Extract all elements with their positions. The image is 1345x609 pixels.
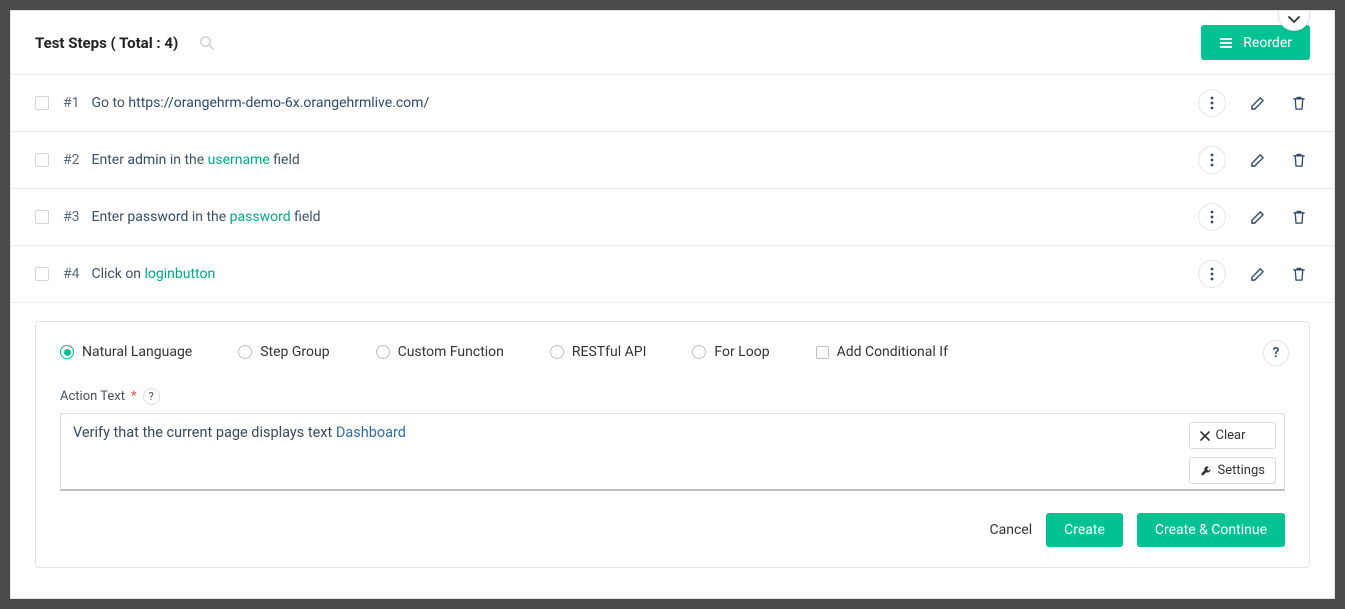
step-more-button[interactable]: [1198, 260, 1226, 288]
test-steps-panel: Test Steps ( Total : 4) Reorder #1 Go to …: [10, 10, 1335, 599]
step-checkbox[interactable]: [35, 153, 49, 167]
step-delete-button[interactable]: [1288, 263, 1310, 285]
action-text-label: Action Text * ?: [60, 388, 1285, 405]
step-delete-button[interactable]: [1288, 149, 1310, 171]
step-edit-button[interactable]: [1246, 263, 1268, 285]
step-more-button[interactable]: [1198, 203, 1226, 231]
chevron-down-icon: [1288, 16, 1300, 24]
create-continue-button[interactable]: Create & Continue: [1137, 513, 1285, 547]
reorder-icon: [1219, 37, 1233, 49]
step-row: #3 Enter password in the password field: [11, 189, 1334, 246]
step-checkbox[interactable]: [35, 267, 49, 281]
cancel-button[interactable]: Cancel: [989, 522, 1032, 538]
checkbox-conditional-if[interactable]: Add Conditional If: [816, 344, 948, 360]
wrench-icon: [1200, 465, 1212, 477]
editor-help-button[interactable]: ?: [1263, 340, 1289, 366]
step-more-button[interactable]: [1198, 89, 1226, 117]
step-number: #2: [63, 152, 80, 168]
settings-button[interactable]: Settings: [1189, 457, 1276, 484]
step-row: #2 Enter admin in the username field: [11, 132, 1334, 189]
step-number: #1: [63, 95, 80, 111]
checkbox-icon: [816, 346, 829, 359]
step-row: #1 Go to https://orangehrm-demo-6x.orange…: [11, 75, 1334, 132]
trash-icon: [1292, 210, 1306, 225]
action-text-help[interactable]: ?: [143, 388, 160, 405]
step-text: Go to https://orangehrm-demo-6x.orangehr…: [92, 95, 430, 111]
step-editor-card: ? Natural Language Step Group Custom Fun…: [35, 321, 1310, 568]
step-checkbox[interactable]: [35, 210, 49, 224]
step-text: Click on loginbutton: [92, 266, 216, 282]
step-more-button[interactable]: [1198, 146, 1226, 174]
trash-icon: [1292, 267, 1306, 282]
radio-icon: [238, 345, 252, 359]
search-button[interactable]: [192, 29, 220, 57]
step-type-selector: Natural Language Step Group Custom Funct…: [60, 344, 1285, 360]
step-text: Enter admin in the username field: [92, 152, 300, 168]
trash-icon: [1292, 96, 1306, 111]
radio-for-loop[interactable]: For Loop: [692, 344, 769, 360]
step-number: #3: [63, 209, 80, 225]
required-indicator: *: [131, 389, 137, 404]
pencil-icon: [1250, 267, 1265, 282]
step-edit-button[interactable]: [1246, 149, 1268, 171]
editor-footer: Cancel Create Create & Continue: [60, 513, 1285, 547]
step-number: #4: [63, 266, 80, 282]
step-editor-section: ? Natural Language Step Group Custom Fun…: [11, 303, 1334, 586]
radio-icon: [550, 345, 564, 359]
search-icon: [199, 35, 214, 50]
radio-icon: [60, 345, 74, 359]
radio-step-group[interactable]: Step Group: [238, 344, 329, 360]
radio-custom-function[interactable]: Custom Function: [376, 344, 504, 360]
pencil-icon: [1250, 153, 1265, 168]
step-checkbox[interactable]: [35, 96, 49, 110]
step-delete-button[interactable]: [1288, 92, 1310, 114]
more-vert-icon: [1210, 210, 1214, 224]
trash-icon: [1292, 153, 1306, 168]
radio-natural-language[interactable]: Natural Language: [60, 344, 192, 360]
step-text: Enter password in the password field: [92, 209, 321, 225]
radio-icon: [376, 345, 390, 359]
more-vert-icon: [1210, 96, 1214, 110]
pencil-icon: [1250, 96, 1265, 111]
radio-restful-api[interactable]: RESTful API: [550, 344, 646, 360]
action-text-highlight: Dashboard: [336, 424, 406, 441]
radio-icon: [692, 345, 706, 359]
create-button[interactable]: Create: [1046, 513, 1123, 547]
more-vert-icon: [1210, 267, 1214, 281]
pencil-icon: [1250, 210, 1265, 225]
close-icon: [1200, 431, 1210, 441]
step-edit-button[interactable]: [1246, 92, 1268, 114]
panel-header: Test Steps ( Total : 4) Reorder: [11, 11, 1334, 75]
step-edit-button[interactable]: [1246, 206, 1268, 228]
action-text-input[interactable]: Verify that the current page displays te…: [60, 413, 1285, 491]
step-row: #4 Click on loginbutton: [11, 246, 1334, 303]
clear-button[interactable]: Clear: [1189, 422, 1276, 449]
panel-title: Test Steps ( Total : 4): [35, 34, 178, 52]
step-delete-button[interactable]: [1288, 206, 1310, 228]
more-vert-icon: [1210, 153, 1214, 167]
